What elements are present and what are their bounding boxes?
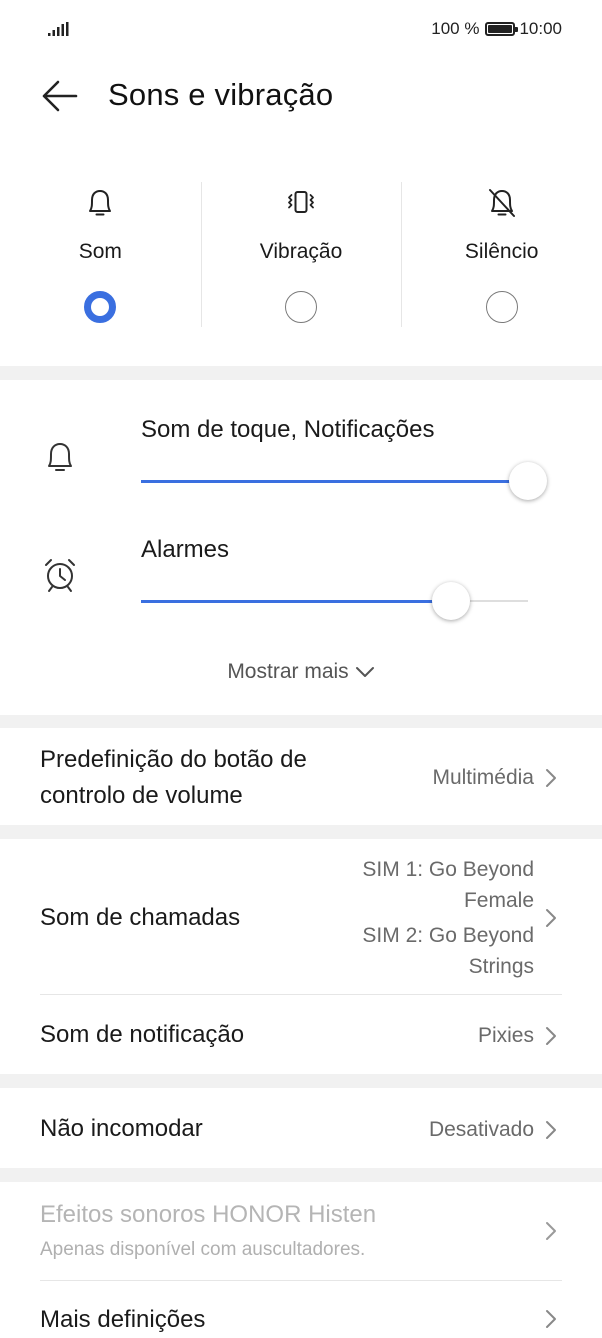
sound-mode-selector: Som Vibração Silêncio — [0, 170, 602, 345]
row-title: Som de notificação — [40, 1021, 245, 1048]
back-arrow-icon[interactable] — [40, 78, 80, 114]
bell-off-icon — [488, 189, 515, 217]
bell-icon — [48, 443, 72, 471]
chevron-right-icon — [546, 909, 556, 927]
mode-vibration[interactable]: Vibração — [200, 170, 402, 345]
divider — [40, 994, 562, 995]
ringtone-volume-label: Som de toque, Notificações — [141, 416, 435, 443]
slider-thumb[interactable] — [509, 462, 547, 500]
section-separator — [0, 715, 602, 728]
signal-icon — [48, 22, 69, 36]
section-separator — [0, 825, 602, 839]
slider-fill — [141, 479, 528, 483]
mode-radio-vibration[interactable] — [285, 291, 317, 323]
vibrate-icon — [288, 191, 314, 213]
chevron-right-icon — [546, 769, 556, 787]
mode-silent[interactable]: Silêncio — [401, 170, 602, 345]
row-value: Desativado — [428, 1118, 534, 1141]
slider-thumb[interactable] — [431, 582, 470, 620]
row-value: SIM 2: Go Beyond — [362, 924, 534, 947]
alarm-clock-icon — [45, 559, 75, 592]
page-title: Sons e vibração — [108, 77, 334, 112]
chevron-right-icon — [546, 1222, 556, 1240]
mode-radio-silent[interactable] — [485, 291, 518, 323]
section-separator — [0, 1074, 602, 1088]
battery-percent: 100 % — [431, 19, 480, 38]
status-bar: 100 % 10:00 — [0, 0, 602, 60]
row-value: Female — [463, 889, 534, 912]
row-title: Predefinição do botão de — [40, 746, 307, 773]
show-more-label: Mostrar mais — [227, 660, 349, 683]
section-separator — [0, 1168, 602, 1182]
mode-label: Silêncio — [464, 240, 539, 263]
alarm-volume-label: Alarmes — [141, 536, 230, 563]
row-title: Mais definições — [40, 1306, 206, 1333]
app-bar: Sons e vibração — [0, 62, 602, 130]
chevron-down-icon — [355, 667, 374, 678]
mode-radio-sound[interactable] — [84, 291, 117, 323]
mode-label: Som — [78, 240, 122, 263]
chevron-right-icon — [546, 1027, 556, 1045]
row-value: Multimédia — [432, 766, 534, 789]
row-value: Strings — [468, 955, 534, 978]
bell-icon — [89, 190, 112, 216]
row-value: Pixies — [477, 1024, 534, 1047]
row-title: controlo de volume — [40, 782, 243, 809]
chevron-right-icon — [546, 1121, 556, 1139]
clock: 10:00 — [519, 19, 562, 38]
section-separator — [0, 366, 602, 380]
divider — [40, 1280, 562, 1281]
alarm-volume-slider[interactable] — [141, 582, 528, 620]
chevron-right-icon — [546, 1310, 556, 1328]
row-title: Som de chamadas — [40, 904, 241, 931]
row-subtitle: Apenas disponível com auscultadores. — [40, 1239, 366, 1260]
show-more-button[interactable]: Mostrar mais — [0, 660, 602, 684]
battery-icon — [485, 22, 519, 36]
mode-label: Vibração — [259, 240, 343, 263]
ringtone-volume-slider[interactable] — [141, 462, 547, 500]
row-title: Não incomodar — [40, 1115, 203, 1142]
mode-sound[interactable]: Som — [0, 170, 201, 345]
row-title: Efeitos sonoros HONOR Histen — [40, 1201, 377, 1228]
row-value: SIM 1: Go Beyond — [362, 858, 534, 881]
slider-fill — [141, 599, 451, 603]
